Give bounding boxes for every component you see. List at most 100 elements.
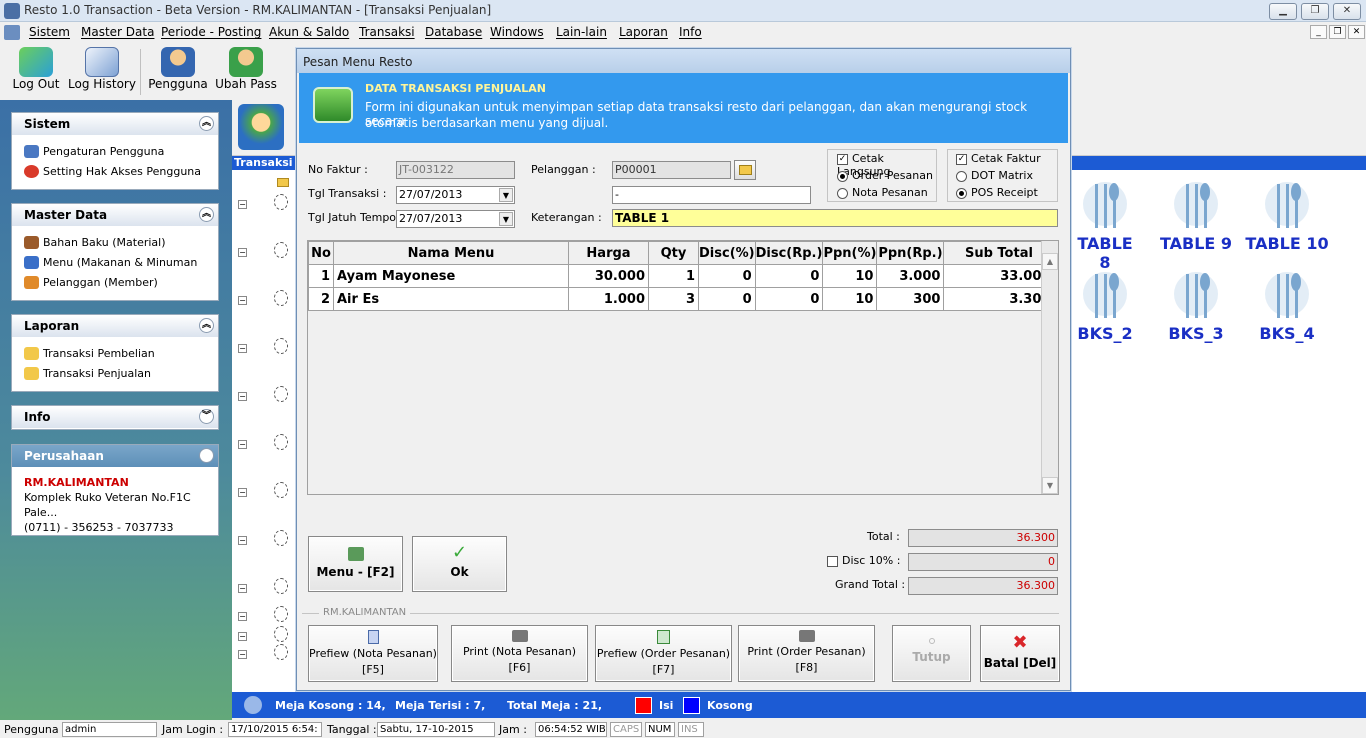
sidebar-item-menu[interactable]: Menu (Makanan & Minuman: [12, 252, 218, 272]
cell-ppn-rp[interactable]: 300: [876, 287, 945, 311]
cell-no[interactable]: 2: [308, 287, 334, 311]
tgl-jatuh-input[interactable]: 27/07/2013 ▼: [396, 210, 515, 228]
tree-expand-icon[interactable]: −: [238, 344, 247, 353]
mdi-restore-button[interactable]: ❐: [1329, 25, 1346, 39]
browse-pelanggan-button[interactable]: [734, 160, 756, 180]
pengguna-button[interactable]: Pengguna: [148, 47, 208, 99]
maximize-button[interactable]: ❐: [1301, 3, 1329, 20]
mdi-minimize-button[interactable]: _: [1310, 25, 1327, 39]
order-pesanan-radio[interactable]: Order Pesanan: [837, 169, 933, 182]
col-no[interactable]: No: [308, 241, 334, 265]
table-8-item[interactable]: TABLE 8: [1070, 178, 1140, 272]
loghistory-button[interactable]: Log History: [68, 47, 136, 99]
disc-checkbox[interactable]: Disc 10% :: [827, 554, 900, 567]
panel-laporan-header[interactable]: Laporan ︽: [12, 315, 218, 337]
tree-expand-icon[interactable]: −: [238, 650, 247, 659]
bks-3-item[interactable]: BKS_3: [1158, 268, 1234, 343]
menu-master-data[interactable]: Master Data: [81, 25, 154, 39]
sidebar-item-hak-akses[interactable]: Setting Hak Akses Pengguna: [12, 161, 218, 181]
sidebar-item-transaksi-pembelian[interactable]: Transaksi Pembelian: [12, 343, 218, 363]
dropdown-arrow-icon[interactable]: ▼: [499, 188, 513, 202]
ubahpass-button[interactable]: Ubah Pass: [214, 47, 278, 99]
grid-scrollbar[interactable]: ▲ ▼: [1041, 241, 1058, 494]
menu-transaksi[interactable]: Transaksi: [359, 25, 415, 39]
cell-disc-pct[interactable]: 0: [698, 287, 756, 311]
tree-expand-icon[interactable]: −: [238, 248, 247, 257]
menu-periode-posting[interactable]: Periode - Posting: [161, 25, 261, 39]
collapse-icon[interactable]: ︽: [199, 318, 214, 333]
expand-icon[interactable]: ︾: [199, 409, 214, 424]
cell-qty[interactable]: 1: [648, 264, 699, 288]
col-ppn-pct[interactable]: Ppn(%): [822, 241, 878, 265]
preview-nota-button[interactable]: Prefiew (Nota Pesanan) [F5]: [308, 625, 438, 682]
table-10-item[interactable]: TABLE 10: [1245, 178, 1329, 253]
cell-qty[interactable]: 3: [648, 287, 699, 311]
collapse-icon[interactable]: ︽: [199, 448, 214, 463]
cell-ppn-pct[interactable]: 10: [822, 264, 878, 288]
menu-sistem[interactable]: Sistem: [29, 25, 70, 39]
col-nama-menu[interactable]: Nama Menu: [333, 241, 569, 265]
no-faktur-input[interactable]: JT-003122: [396, 161, 515, 179]
panel-master-header[interactable]: Master Data ︽: [12, 204, 218, 226]
pos-receipt-radio[interactable]: POS Receipt: [956, 186, 1038, 199]
tree-expand-icon[interactable]: −: [238, 612, 247, 621]
col-sub-total[interactable]: Sub Total: [943, 241, 1055, 265]
tgl-transaksi-input[interactable]: 27/07/2013 ▼: [396, 186, 515, 204]
minimize-button[interactable]: ▁: [1269, 3, 1297, 20]
dot-matrix-radio[interactable]: DOT Matrix: [956, 169, 1033, 182]
print-nota-button[interactable]: Print (Nota Pesanan) [F6]: [451, 625, 588, 682]
menu-lain-lain[interactable]: Lain-lain: [556, 25, 607, 39]
menu-windows[interactable]: Windows: [490, 25, 544, 39]
batal-button[interactable]: ✖ Batal [Del]: [980, 625, 1060, 682]
tree-expand-icon[interactable]: −: [238, 392, 247, 401]
cell-nama-menu[interactable]: Air Es: [333, 287, 569, 311]
col-disc-pct[interactable]: Disc(%): [698, 241, 756, 265]
tree-expand-icon[interactable]: −: [238, 200, 247, 209]
pelanggan-name-input[interactable]: -: [612, 186, 811, 204]
tree-expand-icon[interactable]: −: [238, 584, 247, 593]
table-row[interactable]: 1 Ayam Mayonese 30.000 1 0 0 10 3.000 33…: [308, 264, 1055, 288]
cell-disc-pct[interactable]: 0: [698, 264, 756, 288]
col-ppn-rp[interactable]: Ppn(Rp.): [876, 241, 945, 265]
sidebar-item-bahan-baku[interactable]: Bahan Baku (Material): [12, 232, 218, 252]
keterangan-input[interactable]: TABLE 1: [612, 209, 1058, 227]
print-order-button[interactable]: Print (Order Pesanan) [F8]: [738, 625, 875, 682]
panel-perusahaan-header[interactable]: Perusahaan ︽: [12, 445, 218, 467]
scroll-down-icon[interactable]: ▼: [1042, 477, 1058, 494]
cell-ppn-pct[interactable]: 10: [822, 287, 878, 311]
menu-f2-button[interactable]: Menu - [F2]: [308, 536, 403, 592]
sidebar-item-transaksi-penjualan[interactable]: Transaksi Penjualan: [12, 363, 218, 383]
cell-nama-menu[interactable]: Ayam Mayonese: [333, 264, 569, 288]
cell-harga[interactable]: 1.000: [568, 287, 649, 311]
menu-laporan[interactable]: Laporan: [619, 25, 668, 39]
menu-info[interactable]: Info: [679, 25, 702, 39]
menu-database[interactable]: Database: [425, 25, 482, 39]
col-qty[interactable]: Qty: [648, 241, 699, 265]
bks-4-item[interactable]: BKS_4: [1245, 268, 1329, 343]
col-disc-rp[interactable]: Disc(Rp.): [754, 241, 824, 265]
cell-sub-total[interactable]: 3.300: [943, 287, 1055, 311]
cell-disc-rp[interactable]: 0: [754, 287, 824, 311]
tree-expand-icon[interactable]: −: [238, 296, 247, 305]
close-button[interactable]: ✕: [1333, 3, 1361, 20]
table-row[interactable]: 2 Air Es 1.000 3 0 0 10 300 3.300: [308, 287, 1055, 311]
panel-info-header[interactable]: Info ︾: [12, 406, 218, 428]
tree-expand-icon[interactable]: −: [238, 488, 247, 497]
logout-button[interactable]: Log Out: [8, 47, 64, 99]
menu-akun-saldo[interactable]: Akun & Saldo: [269, 25, 349, 39]
cell-ppn-rp[interactable]: 3.000: [876, 264, 945, 288]
cell-no[interactable]: 1: [308, 264, 334, 288]
tutup-button[interactable]: Tutup: [892, 625, 971, 682]
tree-expand-icon[interactable]: −: [238, 536, 247, 545]
scroll-up-icon[interactable]: ▲: [1042, 253, 1058, 270]
bks-2-item[interactable]: BKS_2: [1070, 268, 1140, 343]
ok-button[interactable]: ✓ Ok: [412, 536, 507, 592]
preview-order-button[interactable]: Prefiew (Order Pesanan) [F7]: [595, 625, 732, 682]
sidebar-item-pengaturan-pengguna[interactable]: Pengaturan Pengguna: [12, 141, 218, 161]
pelanggan-input[interactable]: P00001: [612, 161, 731, 179]
col-harga[interactable]: Harga: [568, 241, 649, 265]
sidebar-item-pelanggan[interactable]: Pelanggan (Member): [12, 272, 218, 292]
collapse-icon[interactable]: ︽: [199, 207, 214, 222]
panel-sistem-header[interactable]: Sistem ︽: [12, 113, 218, 135]
dropdown-arrow-icon[interactable]: ▼: [499, 212, 513, 226]
